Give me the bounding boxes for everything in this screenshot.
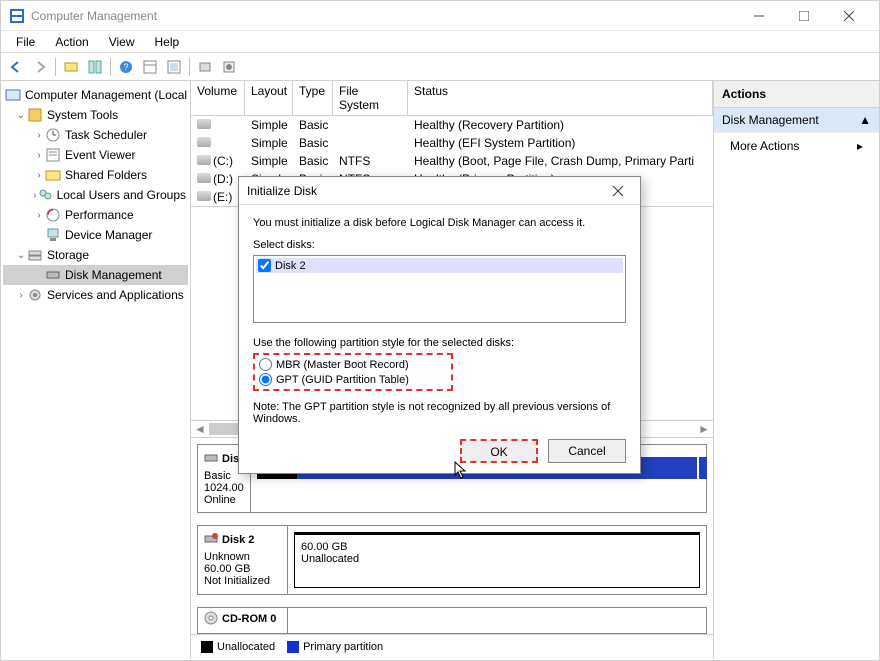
tree-shared-folders[interactable]: ›Shared Folders	[3, 165, 188, 185]
disk-select-item[interactable]: Disk 2	[256, 258, 623, 273]
actions-section[interactable]: Disk Management ▲	[714, 108, 879, 133]
initialize-disk-dialog: Initialize Disk You must initialize a di…	[238, 176, 641, 474]
scroll-left-icon[interactable]: ◄	[191, 422, 209, 436]
ok-button[interactable]: OK	[460, 439, 538, 463]
forward-icon[interactable]	[29, 56, 51, 78]
tree-disk-management[interactable]: Disk Management	[3, 265, 188, 285]
volume-row[interactable]: SimpleBasicHealthy (Recovery Partition)	[191, 116, 713, 134]
tree-device-manager[interactable]: Device Manager	[3, 225, 188, 245]
col-volume[interactable]: Volume	[191, 81, 245, 115]
tree-local-users[interactable]: ›Local Users and Groups	[3, 185, 188, 205]
disk-icon	[204, 451, 218, 468]
legend: Unallocated Primary partition	[191, 634, 713, 659]
tree-services[interactable]: ›Services and Applications	[3, 285, 188, 305]
radio-gpt-input[interactable]	[259, 373, 272, 386]
scroll-right-icon[interactable]: ►	[695, 422, 713, 436]
disk2-partition[interactable]: 60.00 GB Unallocated	[294, 532, 700, 588]
app-icon	[9, 8, 25, 24]
tree-performance[interactable]: ›Performance	[3, 205, 188, 225]
tree-task-scheduler[interactable]: ›Task Scheduler	[3, 125, 188, 145]
tree-event-viewer[interactable]: ›Event Viewer	[3, 145, 188, 165]
actions-more[interactable]: More Actions ▸	[714, 133, 879, 159]
window-title: Computer Management	[31, 9, 736, 23]
toolbar-btn-5[interactable]	[194, 56, 216, 78]
radio-mbr-input[interactable]	[259, 358, 272, 371]
volume-row[interactable]: SimpleBasicHealthy (EFI System Partition…	[191, 134, 713, 152]
disk-select-list[interactable]: Disk 2	[253, 255, 626, 323]
back-icon[interactable]	[5, 56, 27, 78]
col-status[interactable]: Status	[408, 81, 713, 115]
toolbar-btn-2[interactable]	[84, 56, 106, 78]
dialog-title: Initialize Disk	[247, 184, 604, 198]
partition-style-label: Use the following partition style for th…	[253, 337, 626, 349]
tree-root-label: Computer Management (Local	[25, 88, 187, 102]
toolbar-btn-6[interactable]	[218, 56, 240, 78]
volume-table-header: Volume Layout Type File System Status	[191, 81, 713, 116]
maximize-button[interactable]	[781, 2, 826, 30]
menu-bar: File Action View Help	[1, 31, 879, 53]
toolbar: ?	[1, 53, 879, 81]
help-icon[interactable]: ?	[115, 56, 137, 78]
menu-action[interactable]: Action	[45, 33, 98, 51]
svg-text:?: ?	[123, 62, 128, 72]
radio-gpt[interactable]: GPT (GUID Partition Table)	[259, 372, 447, 387]
actions-header: Actions	[714, 81, 879, 108]
menu-file[interactable]: File	[6, 33, 45, 51]
nav-tree: Computer Management (Local ⌄ System Tool…	[1, 81, 191, 659]
toolbar-btn-1[interactable]	[60, 56, 82, 78]
disk2-title: Disk 2	[204, 532, 281, 549]
select-disks-label: Select disks:	[253, 239, 626, 251]
cancel-button[interactable]: Cancel	[548, 439, 626, 463]
toolbar-btn-4[interactable]	[163, 56, 185, 78]
actions-pane: Actions Disk Management ▲ More Actions ▸	[714, 81, 879, 659]
cdrom-panel: CD-ROM 0	[197, 607, 707, 634]
disk2-panel: Disk 2 Unknown 60.00 GB Not Initialized …	[197, 525, 707, 595]
volume-row[interactable]: (C:)SimpleBasicNTFSHealthy (Boot, Page F…	[191, 152, 713, 170]
tree-storage[interactable]: ⌄Storage	[3, 245, 188, 265]
toolbar-btn-3[interactable]	[139, 56, 161, 78]
col-filesystem[interactable]: File System	[333, 81, 408, 115]
disk-checkbox[interactable]	[258, 259, 271, 272]
window-titlebar: Computer Management	[1, 1, 879, 31]
cdrom-title: CD-ROM 0	[204, 611, 281, 628]
chevron-right-icon: ▸	[857, 139, 863, 153]
minimize-button[interactable]	[736, 2, 781, 30]
cdrom-icon	[204, 611, 218, 628]
tree-system-tools[interactable]: ⌄ System Tools	[3, 105, 188, 125]
disk-unknown-icon	[204, 532, 218, 549]
col-type[interactable]: Type	[293, 81, 333, 115]
dialog-message: You must initialize a disk before Logica…	[253, 217, 626, 229]
partition-style-options: MBR (Master Boot Record) GPT (GUID Parti…	[253, 353, 453, 391]
collapse-icon: ▲	[859, 113, 871, 127]
menu-view[interactable]: View	[99, 33, 145, 51]
dialog-note: Note: The GPT partition style is not rec…	[253, 401, 626, 425]
menu-help[interactable]: Help	[145, 33, 190, 51]
col-layout[interactable]: Layout	[245, 81, 293, 115]
close-button[interactable]	[826, 2, 871, 30]
dialog-close-button[interactable]	[604, 179, 632, 203]
tree-root[interactable]: Computer Management (Local	[3, 85, 188, 105]
radio-mbr[interactable]: MBR (Master Boot Record)	[259, 357, 447, 372]
